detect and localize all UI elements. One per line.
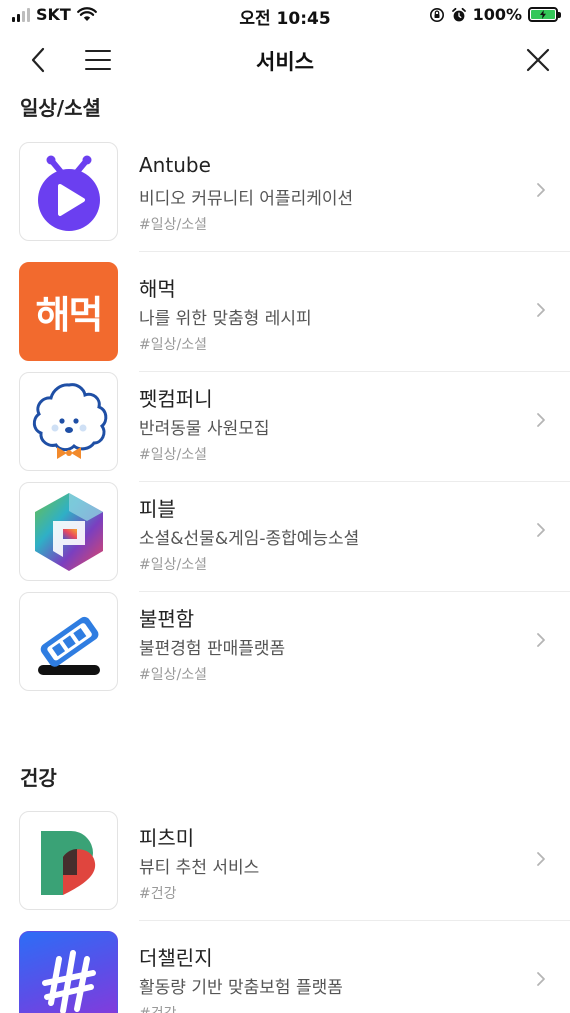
service-tag: #건강 (139, 1003, 177, 1013)
battery-percent: 100% (472, 5, 522, 24)
pible-logo-icon (19, 482, 118, 581)
service-description: 나를 위한 맞춤형 레시피 (139, 309, 312, 329)
service-name: 해먹 (139, 277, 176, 301)
service-item-pible[interactable]: 피블 소셜&선물&게임-종합예능소셜 #일상/소셜 (0, 482, 570, 592)
service-tag: #일상/소셜 (139, 217, 207, 233)
nav-bar: 서비스 (0, 34, 570, 84)
service-item-pitsme[interactable]: 피츠미 뷰티 추천 서비스 #건강 (0, 811, 570, 921)
close-icon (526, 48, 550, 72)
divider (139, 920, 570, 921)
chevron-right-icon (537, 852, 545, 866)
service-tag: #일상/소셜 (139, 337, 207, 353)
status-right: 100% (429, 5, 561, 24)
service-tag: #일상/소셜 (139, 557, 207, 573)
service-description: 활동량 기반 맞춤보험 플랫폼 (139, 978, 343, 998)
bulpyeonham-logo-icon (19, 592, 118, 691)
service-tag: #건강 (139, 886, 177, 902)
service-item-antube[interactable]: Antube 비디오 커뮤니티 어플리케이션 #일상/소셜 (0, 142, 570, 252)
antube-logo-icon (19, 142, 118, 241)
service-name: 불편함 (139, 607, 195, 631)
chevron-right-icon (537, 972, 545, 986)
chevron-right-icon (537, 413, 545, 427)
service-item-thechallenge[interactable]: 더챌린지 활동량 기반 맞춤보험 플랫폼 #건강 (0, 931, 570, 1013)
page-title: 서비스 (256, 50, 314, 74)
section-title-daily-social: 일상/소셜 (20, 96, 101, 120)
service-item-petcompany[interactable]: 펫컴퍼니 반려동물 사원모집 #일상/소셜 (0, 372, 570, 482)
service-name: Antube (139, 153, 211, 177)
service-description: 비디오 커뮤니티 어플리케이션 (139, 189, 354, 209)
petcompany-logo-icon (19, 372, 118, 471)
chevron-right-icon (537, 633, 545, 647)
service-description: 소셜&선물&게임-종합예능소셜 (139, 529, 360, 549)
section-title-health: 건강 (20, 766, 57, 790)
haemeok-logo-text: 해먹 (35, 293, 104, 337)
orientation-lock-icon (429, 7, 444, 22)
divider (139, 251, 570, 252)
thechallenge-logo-icon (19, 931, 118, 1013)
service-tag: #일상/소셜 (139, 447, 207, 463)
close-button[interactable] (518, 40, 558, 80)
service-description: 불편경험 판매플랫폼 (139, 639, 286, 659)
chevron-right-icon (537, 183, 545, 197)
service-item-bulpyeonham[interactable]: 불편함 불편경험 판매플랫폼 #일상/소셜 (0, 592, 570, 702)
service-name: 피블 (139, 497, 176, 521)
service-description: 뷰티 추천 서비스 (139, 858, 260, 878)
service-name: 피츠미 (139, 826, 195, 850)
service-name: 더챌린지 (139, 946, 213, 970)
haemeok-logo-icon: 해먹 (19, 262, 118, 361)
status-bar: SKT 오전 10:45 100% (0, 0, 570, 30)
chevron-right-icon (537, 303, 545, 317)
pitsme-logo-icon (19, 811, 118, 910)
service-item-haemeok[interactable]: 해먹 해먹 나를 위한 맞춤형 레시피 #일상/소셜 (0, 262, 570, 372)
service-name: 펫컴퍼니 (139, 387, 213, 411)
battery-icon (528, 7, 561, 22)
service-description: 반려동물 사원모집 (139, 419, 270, 439)
chevron-right-icon (537, 523, 545, 537)
alarm-icon (451, 7, 466, 21)
service-tag: #일상/소셜 (139, 667, 207, 683)
